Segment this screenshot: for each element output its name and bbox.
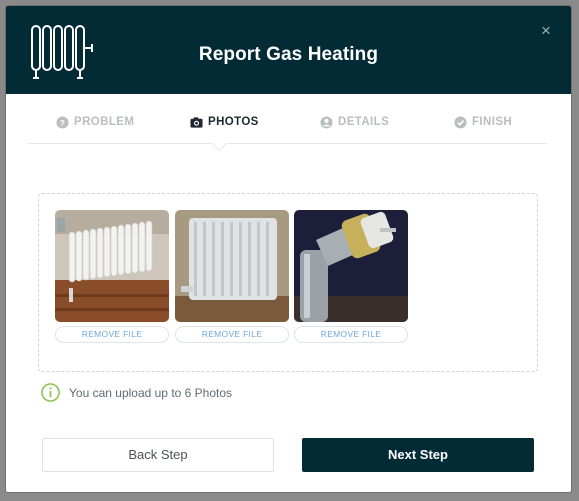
upload-hint: You can upload up to 6 Photos: [41, 383, 232, 402]
modal-header: Report Gas Heating ×: [6, 6, 571, 94]
question-circle-icon: ?: [56, 115, 69, 129]
cast-iron-radiator-photo: [175, 210, 289, 322]
active-step-indicator: [211, 135, 228, 152]
step-divider: [28, 143, 547, 144]
tab-photos-label: PHOTOS: [208, 116, 259, 128]
user-circle-icon: [320, 115, 333, 129]
photo-item: REMOVE FILE: [55, 210, 169, 343]
remove-file-button[interactable]: REMOVE FILE: [175, 326, 289, 343]
report-modal: Report Gas Heating × ? PROBLEM PHOTOS DE…: [5, 5, 572, 493]
svg-text:?: ?: [60, 117, 65, 127]
tab-photos[interactable]: PHOTOS: [190, 110, 259, 134]
tab-details[interactable]: DETAILS: [320, 110, 389, 134]
radiator-valve-photo: [294, 210, 408, 322]
photo-dropzone[interactable]: REMOVE FILE REMOVE FILE REMOVE FILE: [38, 193, 538, 372]
back-step-button[interactable]: Back Step: [42, 438, 274, 472]
info-circle-icon: [41, 383, 60, 402]
next-step-button[interactable]: Next Step: [302, 438, 534, 472]
tab-details-label: DETAILS: [338, 116, 390, 128]
close-icon[interactable]: ×: [537, 22, 555, 40]
modal-title: Report Gas Heating: [198, 44, 379, 65]
remove-file-button[interactable]: REMOVE FILE: [294, 326, 408, 343]
check-circle-icon: [454, 115, 467, 129]
tab-problem[interactable]: ? PROBLEM: [56, 110, 134, 134]
camera-icon: [190, 116, 203, 128]
white-column-radiator-photo: [55, 210, 169, 322]
photo-item: REMOVE FILE: [294, 210, 408, 343]
upload-hint-text: You can upload up to 6 Photos: [69, 385, 233, 400]
step-tabs: ? PROBLEM PHOTOS DETAILS FINISH: [28, 110, 547, 134]
tab-problem-label: PROBLEM: [74, 116, 135, 128]
remove-file-button[interactable]: REMOVE FILE: [55, 326, 169, 343]
tab-finish[interactable]: FINISH: [454, 110, 512, 134]
photo-item: REMOVE FILE: [175, 210, 289, 343]
tab-finish-label: FINISH: [472, 116, 513, 128]
